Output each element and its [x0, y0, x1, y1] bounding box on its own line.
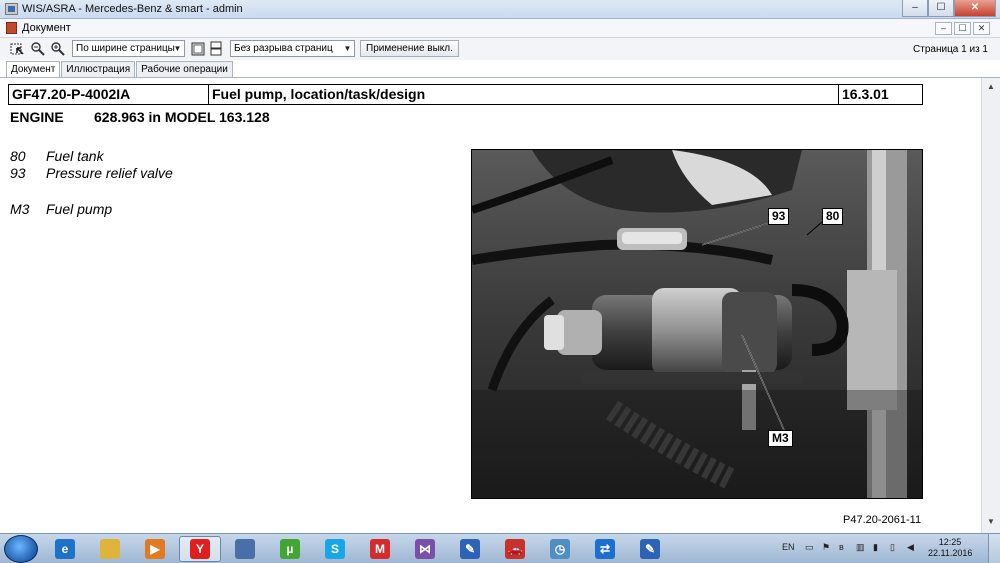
doc-close-button[interactable]: ✕ — [973, 22, 990, 35]
mail-agent-icon: M — [370, 539, 390, 559]
legend-text: Fuel pump — [46, 201, 113, 217]
minimize-button[interactable]: – — [902, 0, 928, 17]
taskbar-app-button[interactable]: ✎ — [629, 536, 671, 562]
taskbar-app-button[interactable]: Y — [179, 536, 221, 562]
zoom-out-icon[interactable] — [30, 41, 46, 57]
tab-work-operations[interactable]: Рабочие операции — [136, 61, 233, 78]
scroll-down-icon[interactable]: ▼ — [985, 517, 997, 529]
show-desktop-button[interactable] — [988, 534, 1000, 563]
multi-page-icon[interactable] — [208, 41, 224, 57]
tray-icon-volume[interactable]: ◀ — [907, 542, 914, 553]
clock-date: 22.11.2016 — [928, 548, 973, 558]
fuel-pump-photo: 93 80 M3 — [471, 149, 923, 499]
close-button[interactable]: ✕ — [954, 0, 996, 17]
visual-studio-icon: ⋈ — [415, 539, 435, 559]
select-tool-icon[interactable] — [9, 41, 25, 57]
maximize-button[interactable]: ☐ — [928, 0, 954, 17]
tray-icon-bluetooth[interactable]: ʙ — [839, 542, 844, 552]
single-page-icon[interactable] — [190, 41, 206, 57]
media-player-icon: ▶ — [145, 539, 165, 559]
tray-icon-network[interactable]: ▥ — [856, 542, 865, 553]
taskbar-app-button[interactable] — [89, 536, 131, 562]
engine-value: 628.963 in MODEL 163.128 — [94, 109, 270, 125]
chevron-down-icon: ▼ — [343, 44, 352, 53]
teamviewer-icon: ⇄ — [595, 539, 615, 559]
title-bar: WIS/ASRA - Mercedes-Benz & smart - admin… — [0, 0, 1000, 19]
legend-number: 80 — [10, 148, 26, 164]
document-header-table: GF47.20-P-4002IA Fuel pump, location/tas… — [8, 84, 923, 105]
tray-icon-power[interactable]: ▯ — [890, 542, 895, 553]
chevron-down-icon: ▼ — [173, 44, 182, 53]
start-button[interactable] — [4, 535, 38, 563]
document-tabs: Документ Иллюстрация Рабочие операции — [6, 61, 234, 79]
document-title: Fuel pump, location/task/design — [209, 85, 839, 104]
tray-icon-keyboard[interactable]: ▭ — [805, 542, 814, 553]
car-icon: 🚗 — [505, 539, 525, 559]
engine-label: ENGINE — [10, 109, 64, 125]
clock-app-icon: ◷ — [550, 539, 570, 559]
wis-active-icon: ✎ — [640, 539, 660, 559]
document-window-title: Документ — [22, 22, 71, 34]
clock-time: 12:25 — [938, 537, 962, 547]
wis-pen-icon: ✎ — [460, 539, 480, 559]
zoom-in-icon[interactable] — [50, 41, 66, 57]
taskbar: e ▶ Yµ S M ⋈ ✎ 🚗 ◷ ⇄ ✎ EN ▭ ⚑ ʙ ▥ ▮ ▯ ◀ 12:25 22.1… — [0, 533, 1000, 563]
language-indicator[interactable]: EN — [782, 542, 795, 552]
tray-icon-signal[interactable]: ▮ — [873, 542, 878, 553]
engine-line: ENGINE 628.963 in MODEL 163.128 — [10, 109, 270, 125]
explorer-icon — [100, 539, 120, 559]
zoom-select[interactable]: По ширине страницы ▼ — [72, 40, 185, 57]
window-controls: – ☐ ✕ — [902, 0, 996, 18]
taskbar-app-button[interactable]: µ — [269, 536, 311, 562]
callout-93: 93 — [768, 208, 790, 225]
legend-number: M3 — [10, 201, 30, 217]
page-mode-select-value: Без разрыва страниц — [234, 43, 333, 54]
page-info: Страница 1 из 1 — [913, 44, 988, 55]
taskbar-app-button[interactable]: M — [359, 536, 401, 562]
legend-number: 93 — [10, 165, 26, 181]
legend-text: Fuel tank — [46, 148, 104, 164]
legend-text: Pressure relief valve — [46, 165, 173, 181]
apply-toggle-button[interactable]: Применение выкл. — [360, 40, 459, 57]
tray-icon-flag[interactable]: ⚑ — [822, 542, 830, 553]
taskbar-app-button[interactable]: ▶ — [134, 536, 176, 562]
callout-80: 80 — [822, 208, 844, 225]
taskbar-app-button[interactable]: ⋈ — [404, 536, 446, 562]
yandex-browser-icon: Y — [190, 539, 210, 559]
document-content: GF47.20-P-4002IA Fuel pump, location/tas… — [0, 78, 981, 533]
taskbar-app-button[interactable]: ⇄ — [584, 536, 626, 562]
taskbar-app-button[interactable] — [224, 536, 266, 562]
taskbar-app-button[interactable]: 🚗 — [494, 536, 536, 562]
vertical-scrollbar[interactable]: ▲ ▼ — [981, 78, 1000, 533]
app-icon — [5, 3, 18, 15]
utorrent-icon: µ — [280, 539, 300, 559]
skype-icon: S — [325, 539, 345, 559]
toolbar: По ширине страницы ▼ Без разрыва страниц… — [0, 38, 1000, 60]
document-window-controls: – ☐ ✕ — [935, 22, 990, 35]
taskbar-app-button[interactable]: e — [44, 536, 86, 562]
page-mode-select[interactable]: Без разрыва страниц ▼ — [230, 40, 355, 57]
doc-maximize-button[interactable]: ☐ — [954, 22, 971, 35]
remote-app-icon — [235, 539, 255, 559]
figure-reference: P47.20-2061-11 — [843, 514, 922, 526]
zoom-select-value: По ширине страницы — [76, 43, 175, 54]
ie-icon: e — [55, 539, 75, 559]
window-title: WIS/ASRA - Mercedes-Benz & smart - admin — [22, 3, 243, 15]
callout-m3: M3 — [768, 430, 793, 447]
doc-minimize-button[interactable]: – — [935, 22, 952, 35]
document-section: 16.3.01 — [842, 86, 889, 102]
scroll-up-icon[interactable]: ▲ — [985, 82, 997, 94]
document-code: GF47.20-P-4002IA — [9, 85, 209, 104]
taskbar-app-button[interactable]: ✎ — [449, 536, 491, 562]
tab-illustration[interactable]: Иллюстрация — [61, 61, 136, 78]
taskbar-clock[interactable]: 12:25 22.11.2016 — [928, 537, 972, 559]
taskbar-app-button[interactable]: ◷ — [539, 536, 581, 562]
document-window-bar: Документ – ☐ ✕ — [0, 19, 1000, 38]
taskbar-app-button[interactable]: S — [314, 536, 356, 562]
document-icon — [6, 22, 17, 34]
